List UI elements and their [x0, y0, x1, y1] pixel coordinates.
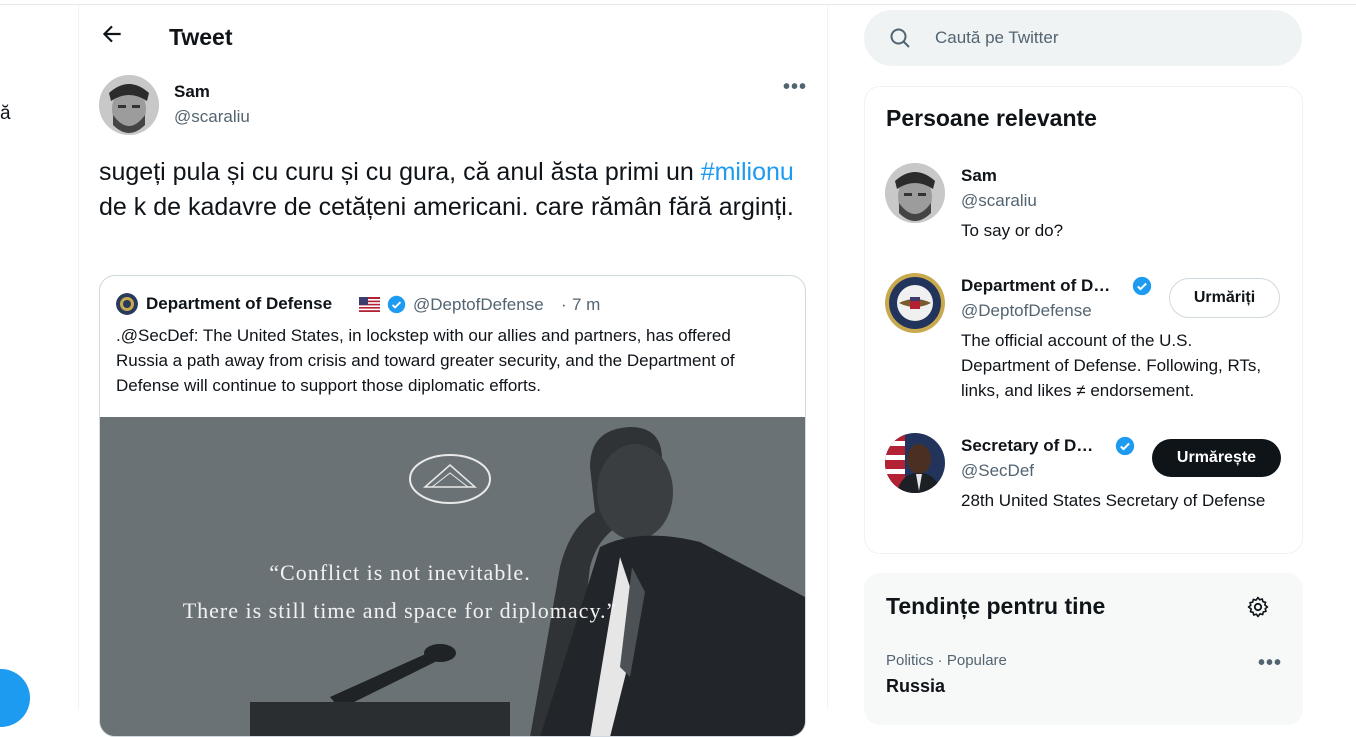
person-handle[interactable]: @scaraliu [961, 191, 1037, 211]
page-header: Tweet [79, 5, 827, 69]
person-name[interactable]: Department of D… [961, 276, 1110, 296]
person-avatar-secdef[interactable] [885, 433, 945, 493]
follow-button[interactable]: Urmărește [1152, 439, 1281, 477]
nav-cut-label[interactable]: ă [0, 103, 11, 125]
person-handle[interactable]: @DeptofDefense [961, 301, 1092, 321]
more-options-icon[interactable]: ••• [1258, 652, 1282, 675]
search-placeholder[interactable]: Caută pe Twitter [935, 28, 1058, 48]
person-bio: 28th United States Secretary of Defense [961, 491, 1266, 510]
quoted-author-name: Department of Defense [146, 294, 333, 313]
trends-title: Tendințe pentru tine [886, 593, 1106, 619]
author-name[interactable]: Sam [174, 82, 210, 102]
left-navigation: ă [0, 0, 78, 727]
main-column: Tweet Sam @scaraliu ••• sugeți pula și c… [78, 5, 828, 737]
media-quote-line-1: “Conflict is not inevitable. [269, 560, 531, 585]
tweet-text: sugeți pula și cu curu și cu gura, că an… [99, 155, 799, 225]
trend-name[interactable]: Russia [886, 676, 945, 697]
trend-category: Politics · Populare [886, 652, 1007, 669]
tweet-text-start: sugeți pula și cu curu și cu gura, că an… [99, 158, 701, 186]
author-handle[interactable]: @scaraliu [174, 107, 250, 127]
person-avatar-dod[interactable] [885, 273, 945, 333]
search-icon [890, 28, 910, 48]
person-name[interactable]: Secretary of D… [961, 436, 1093, 456]
more-options-icon[interactable]: ••• [783, 76, 807, 99]
hashtag-link[interactable]: #milionu [701, 158, 794, 186]
separator-dot: · [561, 295, 567, 314]
person-name[interactable]: Sam [961, 166, 997, 186]
person-handle[interactable]: @SecDef [961, 461, 1034, 481]
gear-icon[interactable] [1246, 595, 1270, 619]
relevant-people-title: Persoane relevante [886, 105, 1097, 131]
following-button[interactable]: Urmăriți [1169, 278, 1280, 318]
quoted-timestamp: 7 m [572, 295, 601, 314]
media-quote-line-2: There is still time and space for diplom… [182, 598, 618, 623]
trends-card: Tendințe pentru tine Politics · Populare… [864, 573, 1303, 725]
back-arrow-icon[interactable] [99, 21, 125, 47]
us-flag-icon [359, 297, 380, 312]
quoted-author-handle: @DeptofDefense [413, 295, 544, 314]
quoted-author-avatar [116, 293, 138, 315]
person-bio: To say or do? [961, 221, 1064, 240]
compose-tweet-button[interactable] [0, 669, 30, 727]
person-avatar-sam[interactable] [885, 163, 945, 223]
search-box[interactable]: Caută pe Twitter [864, 10, 1302, 66]
verified-badge-icon [1132, 276, 1152, 296]
author-avatar[interactable] [99, 75, 159, 135]
tweet-text-end: de k de kadavre de cetățeni americani. c… [99, 193, 794, 221]
quoted-tweet[interactable]: Department of Defense @DeptofDefense · 7… [99, 275, 806, 737]
quoted-tweet-text: .@SecDef: The United States, in lockstep… [116, 326, 735, 395]
page-title: Tweet [169, 24, 233, 50]
verified-badge-icon [1115, 436, 1135, 456]
verified-badge-icon [387, 295, 406, 314]
relevant-people-card: Persoane relevante Sam @scaraliu To say … [864, 86, 1303, 554]
quoted-media-image[interactable]: “Conflict is not inevitable. There is st… [100, 417, 805, 736]
person-bio: The official account of the U.S. Departm… [961, 331, 1262, 400]
